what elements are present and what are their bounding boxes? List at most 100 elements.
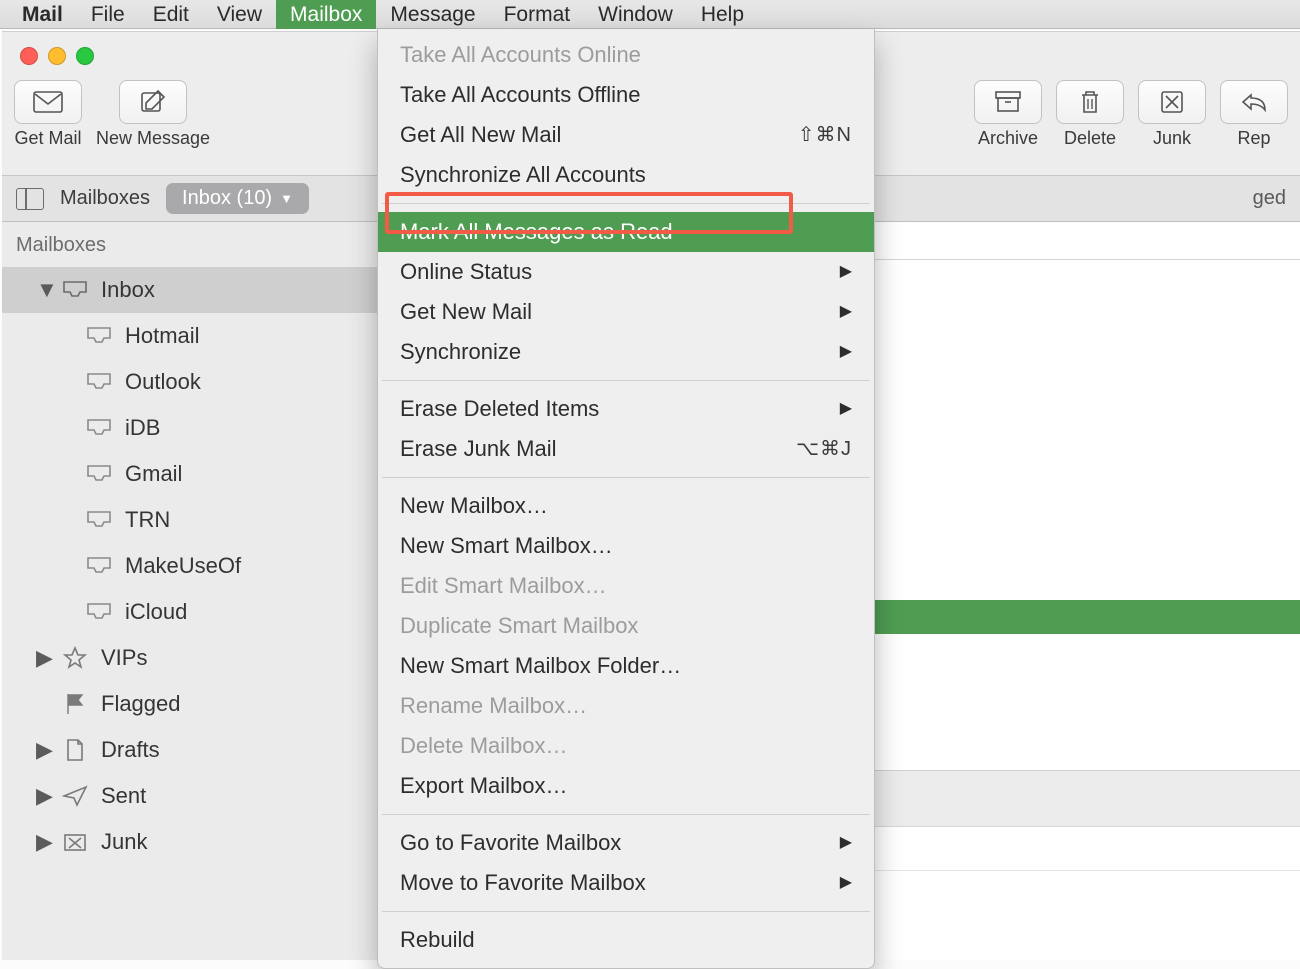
archive-button[interactable]: Archive xyxy=(974,80,1042,149)
inbox-tray-icon xyxy=(85,602,113,622)
menu-separator xyxy=(382,477,870,478)
disclosure-triangle-icon[interactable]: ▶ xyxy=(36,783,49,809)
reply-icon xyxy=(1240,91,1268,113)
menu-item[interactable]: Synchronize▶ xyxy=(378,332,874,372)
menu-item: Take All Accounts Online xyxy=(378,35,874,75)
menu-item-label: Get All New Mail xyxy=(400,119,561,151)
sidebar-item-label: Drafts xyxy=(101,737,160,763)
trash-icon xyxy=(1078,89,1102,115)
junk-button[interactable]: Junk xyxy=(1138,80,1206,149)
archive-icon xyxy=(994,90,1022,114)
menu-item[interactable]: New Mailbox… xyxy=(378,486,874,526)
sidebar-item-account[interactable]: TRN xyxy=(2,497,381,543)
junk-label: Junk xyxy=(1153,128,1191,149)
sidebar-item-label: Sent xyxy=(101,783,146,809)
sidebar-item-label: iDB xyxy=(125,415,160,441)
menu-item[interactable]: Move to Favorite Mailbox▶ xyxy=(378,863,874,903)
sidebar-item-sent[interactable]: ▶ Sent xyxy=(2,773,381,819)
menu-item: Edit Smart Mailbox… xyxy=(378,566,874,606)
mailbox-menu: Take All Accounts Online Take All Account… xyxy=(377,29,875,969)
inbox-tray-icon xyxy=(85,556,113,576)
menu-item-label: Synchronize All Accounts xyxy=(400,159,646,191)
delete-button[interactable]: Delete xyxy=(1056,80,1124,149)
disclosure-triangle-icon[interactable]: ▶ xyxy=(36,645,49,671)
sidebar-toggle-icon[interactable] xyxy=(16,188,44,210)
menu-item: Rename Mailbox… xyxy=(378,686,874,726)
sidebar-item-label: Flagged xyxy=(101,691,181,717)
star-icon xyxy=(61,648,89,668)
menu-item[interactable]: Export Mailbox… xyxy=(378,766,874,806)
menu-item[interactable]: Rebuild xyxy=(378,920,874,960)
menu-item[interactable]: Go to Favorite Mailbox▶ xyxy=(378,823,874,863)
menu-separator xyxy=(382,203,870,204)
sidebar-item-drafts[interactable]: ▶ Drafts xyxy=(2,727,381,773)
get-mail-button[interactable]: Get Mail xyxy=(14,80,82,149)
new-message-button[interactable]: New Message xyxy=(96,80,210,149)
sidebar-item-label: Outlook xyxy=(125,369,201,395)
menu-item-label: Delete Mailbox… xyxy=(400,730,568,762)
sidebar-item-inbox[interactable]: ▼ Inbox xyxy=(2,267,381,313)
menu-item[interactable]: New Smart Mailbox Folder… xyxy=(378,646,874,686)
menu-item[interactable]: Online Status▶ xyxy=(378,252,874,292)
menu-item[interactable]: Erase Deleted Items▶ xyxy=(378,389,874,429)
inbox-tray-icon xyxy=(61,280,89,300)
menu-item-shortcut: ⇧⌘N xyxy=(798,119,852,151)
zoom-window-button[interactable] xyxy=(76,47,94,65)
menu-item[interactable]: Get New Mail▶ xyxy=(378,292,874,332)
inbox-pill[interactable]: Inbox (10) ▼ xyxy=(166,183,309,214)
sidebar-item-account[interactable]: Hotmail xyxy=(2,313,381,359)
menu-item-label: Duplicate Smart Mailbox xyxy=(400,610,638,642)
menubar-item-mailbox[interactable]: Mailbox xyxy=(276,0,376,29)
sidebar-item-vips[interactable]: ▶VIPs xyxy=(2,635,381,681)
menu-separator xyxy=(382,911,870,912)
sidebar-item-account[interactable]: iCloud xyxy=(2,589,381,635)
sidebar-item-junk[interactable]: ▶Junk xyxy=(2,819,381,865)
menubar-item-view[interactable]: View xyxy=(203,0,276,29)
get-mail-label: Get Mail xyxy=(14,128,81,149)
junkbox-icon xyxy=(61,832,89,852)
menubar: Mail File Edit View Mailbox Message Form… xyxy=(0,0,1300,29)
sidebar-item-account[interactable]: Outlook xyxy=(2,359,381,405)
menu-item[interactable]: Synchronize All Accounts xyxy=(378,155,874,195)
close-window-button[interactable] xyxy=(20,47,38,65)
sort-trailing-text: ged xyxy=(1253,187,1286,210)
minimize-window-button[interactable] xyxy=(48,47,66,65)
menu-item[interactable]: Get All New Mail ⇧⌘N xyxy=(378,115,874,155)
inbox-pill-label: Inbox (10) xyxy=(182,187,272,210)
sidebar-item-account[interactable]: iDB xyxy=(2,405,381,451)
menubar-item-window[interactable]: Window xyxy=(584,0,687,29)
menu-item-label: Edit Smart Mailbox… xyxy=(400,570,607,602)
junk-icon xyxy=(1159,89,1185,115)
sidebar-item-flagged[interactable]: Flagged xyxy=(2,681,381,727)
toolbar-right-group: Archive Delete Junk Rep xyxy=(974,80,1288,149)
disclosure-triangle-icon[interactable]: ▶ xyxy=(36,829,49,855)
reply-button[interactable]: Rep xyxy=(1220,80,1288,149)
menu-item: Delete Mailbox… xyxy=(378,726,874,766)
menu-item-label: New Smart Mailbox… xyxy=(400,530,613,562)
menu-item[interactable]: Take All Accounts Offline xyxy=(378,75,874,115)
menubar-app[interactable]: Mail xyxy=(8,0,77,29)
disclosure-triangle-icon[interactable]: ▶ xyxy=(36,737,49,763)
favorites-mailboxes-label[interactable]: Mailboxes xyxy=(60,187,150,210)
menu-item[interactable]: Erase Junk Mail⌥⌘J xyxy=(378,429,874,469)
menubar-item-message[interactable]: Message xyxy=(376,0,489,29)
menu-item-label: Get New Mail xyxy=(400,296,532,328)
menu-item-shortcut: ⌥⌘J xyxy=(796,433,852,465)
submenu-arrow-icon: ▶ xyxy=(840,256,852,288)
disclosure-triangle-icon[interactable]: ▼ xyxy=(36,277,49,303)
delete-label: Delete xyxy=(1064,128,1116,149)
menubar-item-format[interactable]: Format xyxy=(490,0,585,29)
menubar-item-file[interactable]: File xyxy=(77,0,139,29)
sidebar-item-account[interactable]: Gmail xyxy=(2,451,381,497)
submenu-arrow-icon: ▶ xyxy=(840,867,852,899)
sidebar-section-title: Mailboxes xyxy=(2,222,381,267)
menu-item-label: Take All Accounts Online xyxy=(400,39,641,71)
submenu-arrow-icon: ▶ xyxy=(840,393,852,425)
menubar-item-edit[interactable]: Edit xyxy=(139,0,203,29)
sidebar-item-account[interactable]: MakeUseOf xyxy=(2,543,381,589)
toolbar-left-group: Get Mail New Message xyxy=(14,80,210,149)
menu-item[interactable]: Mark All Messages as Read xyxy=(378,212,874,252)
doc-icon xyxy=(61,740,89,760)
menubar-item-help[interactable]: Help xyxy=(687,0,758,29)
menu-item[interactable]: New Smart Mailbox… xyxy=(378,526,874,566)
